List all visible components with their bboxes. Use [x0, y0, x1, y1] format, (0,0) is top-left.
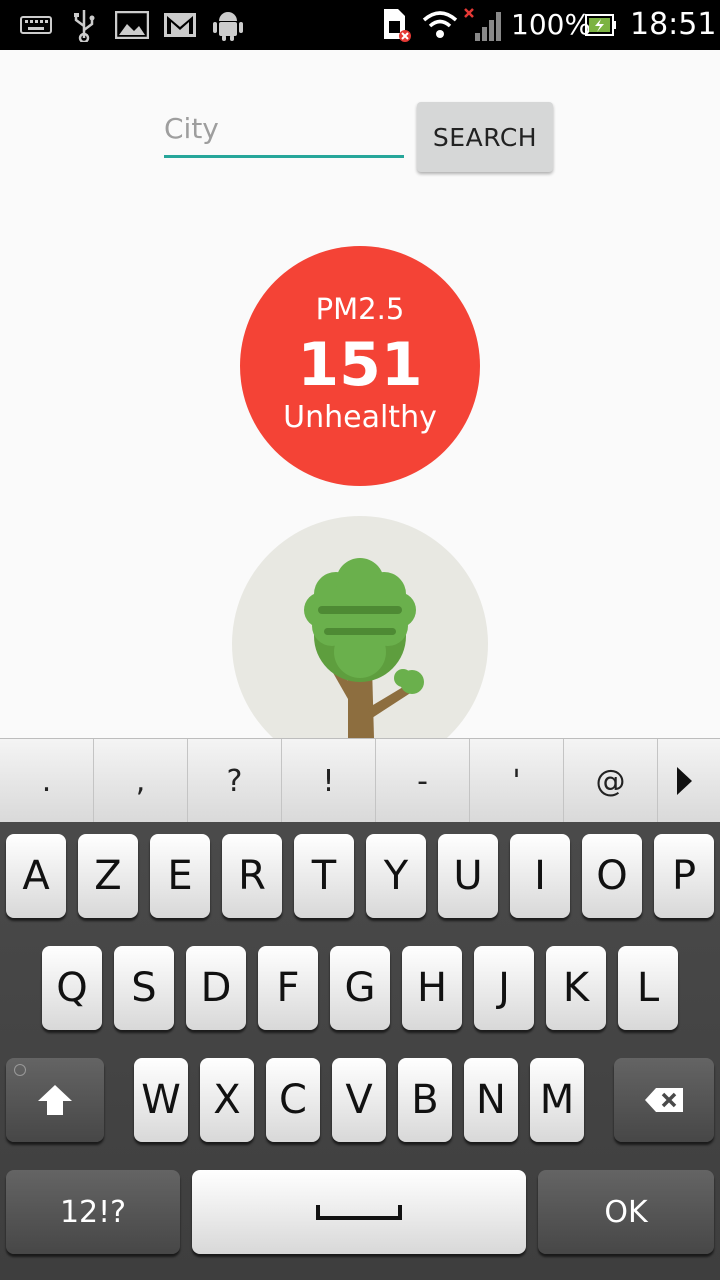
clock: 18:51: [630, 7, 717, 42]
suggestion-key[interactable]: @: [564, 739, 658, 823]
suggestion-key[interactable]: !: [282, 739, 376, 823]
key-m[interactable]: M: [530, 1058, 584, 1142]
key-u[interactable]: U: [438, 834, 498, 918]
key-b[interactable]: B: [398, 1058, 452, 1142]
ok-key[interactable]: OK: [538, 1170, 714, 1254]
battery-percent: 100%: [511, 8, 592, 41]
key-v[interactable]: V: [332, 1058, 386, 1142]
key-j[interactable]: J: [474, 946, 534, 1030]
tree-illustration: [232, 516, 488, 738]
key-a[interactable]: A: [6, 834, 66, 918]
backspace-icon: [645, 1088, 683, 1112]
suggestion-key[interactable]: ': [470, 739, 564, 823]
space-bar-icon: [316, 1205, 402, 1220]
key-d[interactable]: D: [186, 946, 246, 1030]
search-button[interactable]: SEARCH: [417, 102, 553, 172]
city-input[interactable]: [164, 108, 404, 158]
aqi-indicator: PM2.5 151 Unhealthy: [240, 246, 480, 486]
space-key[interactable]: [192, 1170, 526, 1254]
shift-arrow-icon: [38, 1085, 72, 1115]
key-l[interactable]: L: [618, 946, 678, 1030]
more-suggestions-arrow-icon[interactable]: [648, 739, 720, 823]
key-q[interactable]: Q: [42, 946, 102, 1030]
key-i[interactable]: I: [510, 834, 570, 918]
key-s[interactable]: S: [114, 946, 174, 1030]
key-k[interactable]: K: [546, 946, 606, 1030]
soft-keyboard: A Z E R T Y U I O P Q S D F G H J K L W …: [0, 822, 720, 1280]
suggestion-key[interactable]: ?: [188, 739, 282, 823]
android-icon: [210, 0, 246, 50]
key-h[interactable]: H: [402, 946, 462, 1030]
key-y[interactable]: Y: [366, 834, 426, 918]
pollutant-label: PM2.5: [315, 292, 405, 326]
shift-indicator: [14, 1064, 26, 1076]
wifi-icon: [420, 0, 460, 50]
suggestion-key[interactable]: ,: [94, 739, 188, 823]
usb-icon: [70, 0, 98, 50]
key-p[interactable]: P: [654, 834, 714, 918]
signal-no-service-icon: [462, 0, 504, 50]
suggestion-key[interactable]: -: [376, 739, 470, 823]
battery-charging-icon: [584, 0, 618, 50]
key-t[interactable]: T: [294, 834, 354, 918]
sim-card-error-icon: [380, 0, 412, 50]
key-r[interactable]: R: [222, 834, 282, 918]
keyboard-icon: [18, 0, 54, 50]
key-z[interactable]: Z: [78, 834, 138, 918]
gmail-icon: [162, 0, 198, 50]
aqi-value: 151: [297, 330, 423, 400]
symbol-suggestion-bar: . , ? ! - ' @: [0, 738, 720, 823]
key-o[interactable]: O: [582, 834, 642, 918]
status-bar: 100% 18:51: [0, 0, 720, 50]
key-e[interactable]: E: [150, 834, 210, 918]
image-icon: [114, 0, 150, 50]
symbols-mode-key[interactable]: 12!?: [6, 1170, 180, 1254]
key-w[interactable]: W: [134, 1058, 188, 1142]
key-n[interactable]: N: [464, 1058, 518, 1142]
key-x[interactable]: X: [200, 1058, 254, 1142]
aqi-status: Unhealthy: [283, 400, 437, 435]
suggestion-key[interactable]: .: [0, 739, 94, 823]
backspace-key[interactable]: [614, 1058, 714, 1142]
key-g[interactable]: G: [330, 946, 390, 1030]
key-c[interactable]: C: [266, 1058, 320, 1142]
shift-key[interactable]: [6, 1058, 104, 1142]
key-f[interactable]: F: [258, 946, 318, 1030]
